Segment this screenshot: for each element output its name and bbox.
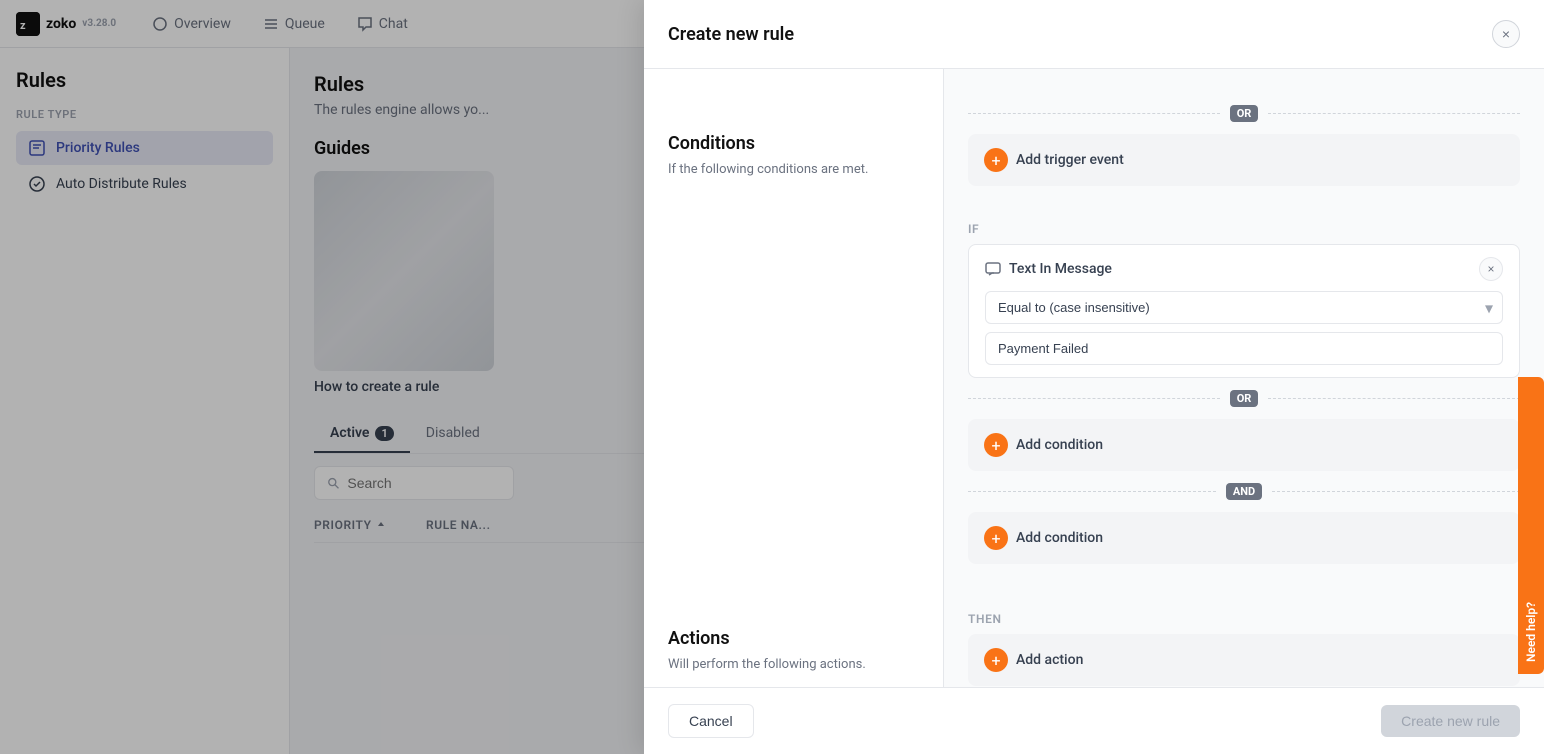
if-label: IF: [968, 222, 1520, 236]
conditions-heading: Conditions: [668, 133, 919, 154]
conditions-left-section: Conditions If the following conditions a…: [668, 133, 919, 180]
message-icon: [985, 261, 1001, 277]
add-condition-and-row[interactable]: + Add condition: [968, 512, 1520, 564]
condition-card: Text In Message × Equal to (case insensi…: [968, 244, 1520, 378]
trigger-or-badge: OR: [1230, 105, 1259, 122]
conditions-or-badge: OR: [1230, 390, 1259, 407]
modal-close-button[interactable]: ×: [1492, 20, 1520, 48]
need-help-button[interactable]: Need help?: [1518, 377, 1544, 674]
create-rule-modal: Create new rule × Conditions If the foll…: [644, 0, 1544, 754]
condition-type: Text In Message: [985, 261, 1112, 277]
modal-title: Create new rule: [668, 24, 794, 45]
add-action-row[interactable]: + Add action: [968, 634, 1520, 686]
condition-value-input[interactable]: [985, 332, 1503, 365]
condition-operator-select[interactable]: Equal to (case insensitive) Contains Sta…: [985, 291, 1503, 324]
cancel-button[interactable]: Cancel: [668, 704, 754, 738]
add-trigger-label: Add trigger event: [1016, 152, 1124, 168]
trigger-or-divider: OR: [968, 105, 1520, 122]
conditions-and-divider: AND: [968, 483, 1520, 500]
actions-left-section: Actions Will perform the following actio…: [668, 628, 920, 675]
add-trigger-icon: +: [984, 148, 1008, 172]
then-label: THEN: [968, 612, 1520, 626]
conditions-subtext: If the following conditions are met.: [668, 160, 919, 180]
condition-operator-wrap[interactable]: Equal to (case insensitive) Contains Sta…: [985, 291, 1503, 324]
actions-subtext: Will perform the following actions.: [668, 655, 920, 675]
add-condition-or-row[interactable]: + Add condition: [968, 419, 1520, 471]
modal-header: Create new rule ×: [644, 0, 1544, 69]
add-condition-and-icon: +: [984, 526, 1008, 550]
create-rule-button[interactable]: Create new rule: [1381, 705, 1520, 737]
condition-card-header: Text In Message ×: [985, 257, 1503, 281]
condition-remove-button[interactable]: ×: [1479, 257, 1503, 281]
actions-right-section: THEN + Add action: [968, 612, 1520, 686]
modal-left-panel: Conditions If the following conditions a…: [644, 69, 944, 687]
add-condition-and-label: Add condition: [1016, 530, 1103, 546]
modal-right-panel: OR + Add trigger event IF: [944, 69, 1544, 687]
add-action-icon: +: [984, 648, 1008, 672]
modal-body: Conditions If the following conditions a…: [644, 69, 1544, 687]
actions-heading: Actions: [668, 628, 920, 649]
modal-right-inner: OR + Add trigger event IF: [968, 93, 1520, 686]
conditions-and-badge: AND: [1226, 483, 1262, 500]
add-condition-or-label: Add condition: [1016, 437, 1103, 453]
condition-type-label: Text In Message: [1009, 261, 1112, 277]
add-trigger-row[interactable]: + Add trigger event: [968, 134, 1520, 186]
conditions-or-divider: OR: [968, 390, 1520, 407]
trigger-section: OR + Add trigger event: [968, 93, 1520, 186]
add-action-label: Add action: [1016, 652, 1083, 668]
add-condition-or-icon: +: [984, 433, 1008, 457]
conditions-right-section: IF Text In Message × Equal to: [968, 222, 1520, 564]
modal-footer: Cancel Create new rule: [644, 687, 1544, 754]
